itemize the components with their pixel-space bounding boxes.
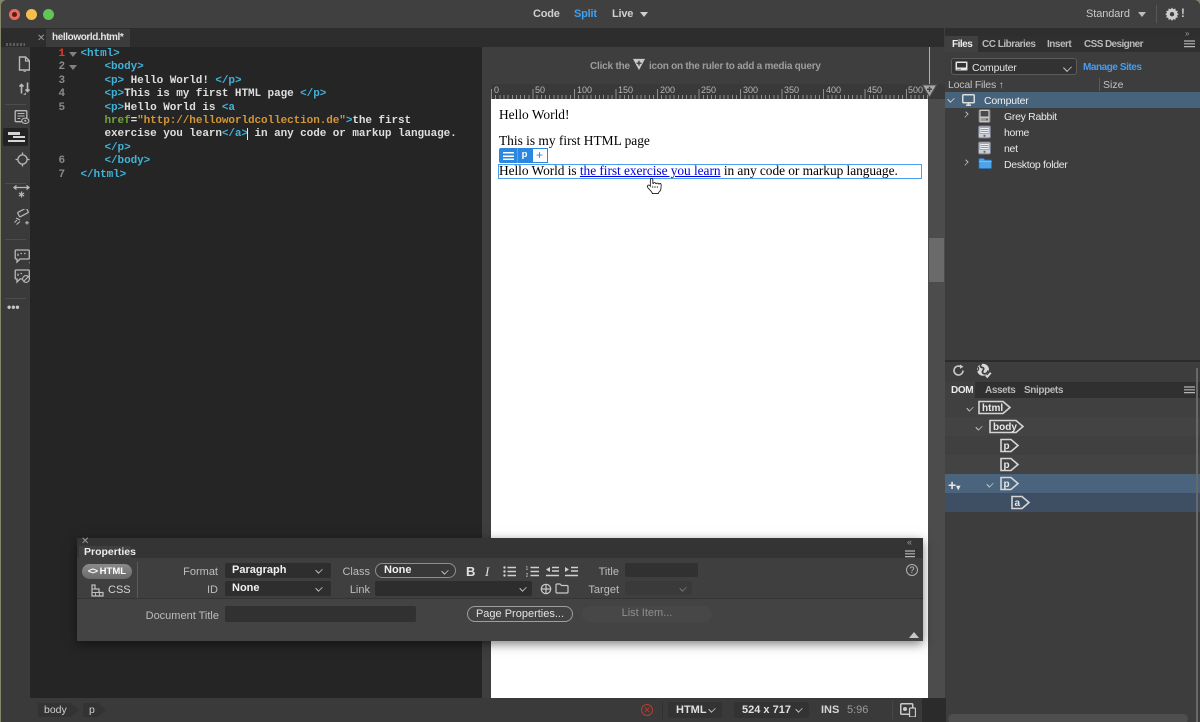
svg-text:body: body bbox=[993, 422, 1017, 433]
svg-text:p: p bbox=[1004, 460, 1010, 471]
svg-text:a: a bbox=[1015, 498, 1021, 509]
svg-text:html: html bbox=[982, 403, 1003, 414]
svg-text:2: 2 bbox=[526, 573, 529, 577]
svg-text:p: p bbox=[1004, 479, 1010, 490]
svg-text:p: p bbox=[1004, 441, 1010, 452]
svg-text:1: 1 bbox=[526, 566, 529, 572]
